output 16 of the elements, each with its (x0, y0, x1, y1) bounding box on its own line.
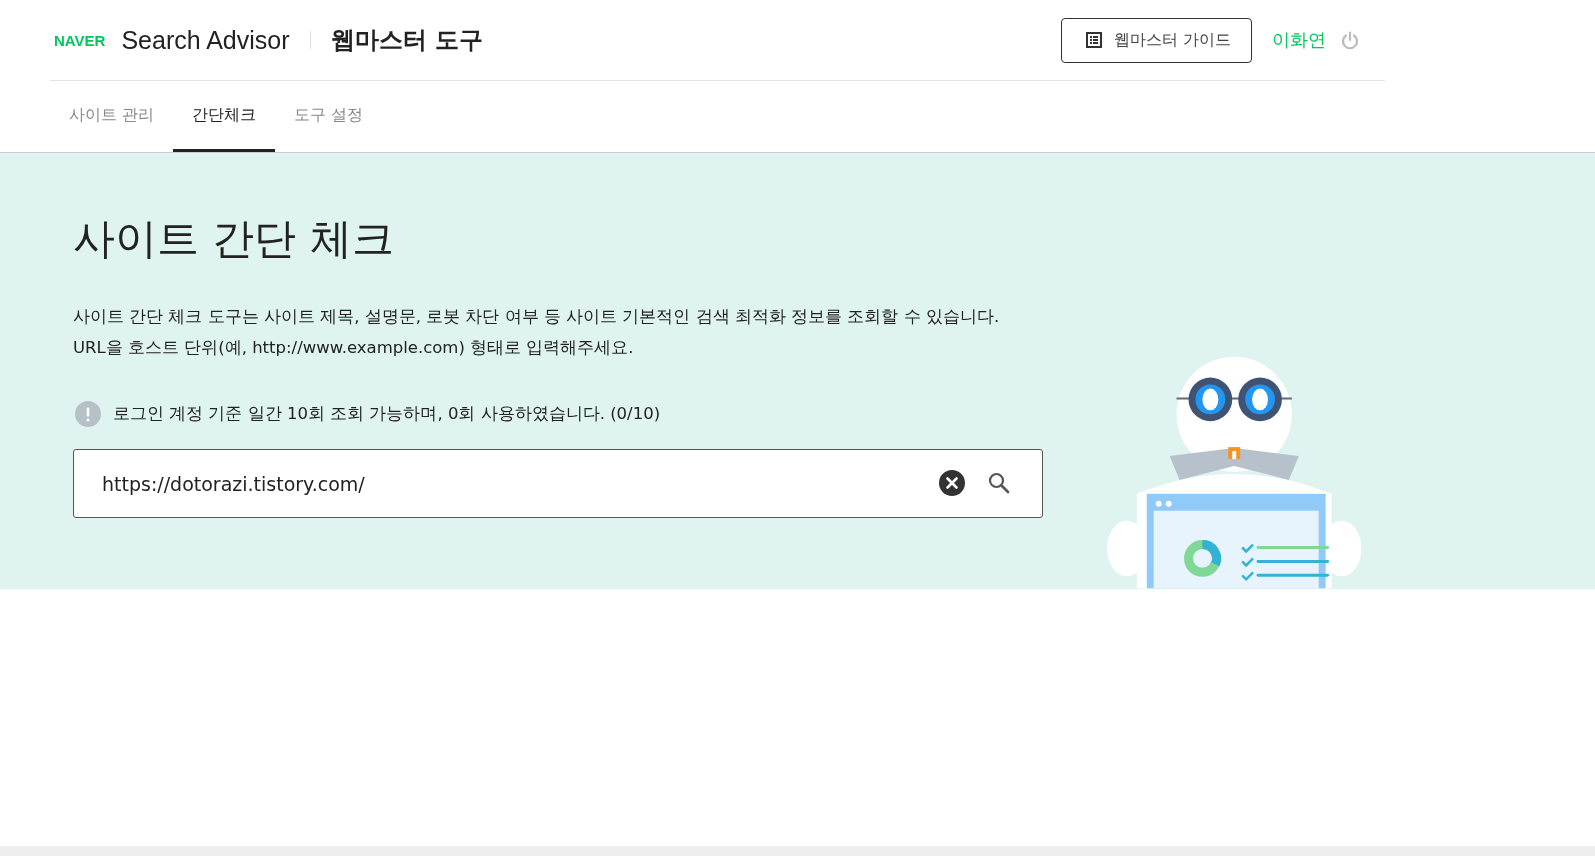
list-icon (1085, 32, 1102, 48)
usage-notice: 로그인 계정 기준 일간 10회 조회 가능하며, 0회 사용하였습니다. (0/10) (113, 403, 661, 425)
webmaster-guide-button[interactable]: 웹마스터 가이드 (1060, 17, 1252, 63)
naver-logo[interactable]: NAVER (54, 31, 106, 49)
nav-tab[interactable]: 사이트 관리 (50, 81, 174, 152)
url-input-field[interactable]: https://dotorazi.tistory.com/ (73, 449, 1043, 518)
clear-icon[interactable] (939, 470, 965, 496)
section-title: 웹마스터 도구 (330, 25, 483, 56)
description-text: 사이트 간단 체크 도구는 사이트 제목, 설명문, 로봇 차단 여부 등 사이트 기본적인 검색 최적화 정보를 조회할 수 있습니다. (73, 306, 1001, 328)
user-name[interactable]: 이화연 (1272, 28, 1326, 52)
nav-tab[interactable]: 도구 설정 (275, 81, 383, 152)
product-name: Search Advisor (121, 25, 290, 55)
page-title: 사이트 간단 체크 (73, 213, 395, 265)
description-text: URL을 호스트 단위(예, http://www.example.com) 형태로 입력해주세요. (73, 337, 635, 359)
info-icon (75, 401, 101, 427)
search-icon[interactable] (987, 471, 1011, 495)
